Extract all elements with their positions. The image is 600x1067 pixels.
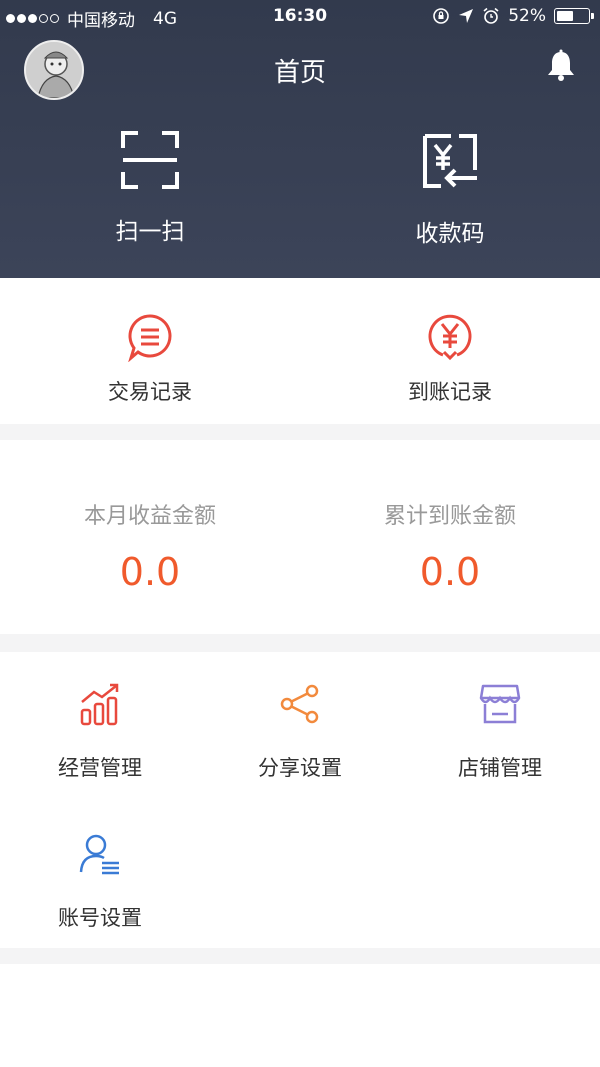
business-management-button[interactable]: 经营管理 [0,682,200,782]
total-arrival-label: 累计到账金额 [383,504,516,529]
arrival-record-icon [428,314,472,361]
store-management-label: 店铺管理 [458,756,542,780]
section-divider [0,948,600,964]
monthly-income-value: 0.0 [119,550,181,594]
receive-code-button[interactable]: 收款码 [370,130,530,248]
share-icon [280,684,319,724]
store-management-button[interactable]: 店铺管理 [400,682,600,782]
section-divider [0,634,600,652]
share-settings-label: 分享设置 [258,756,342,780]
arrival-record-label: 到账记录 [408,380,492,404]
transaction-record-button[interactable]: 交易记录 [50,312,250,406]
scan-label: 扫一扫 [115,219,185,245]
arrival-record-button[interactable]: 到账记录 [350,312,550,406]
menu-grid: 经营管理 分享设置 店铺管理 账号设置 [0,652,600,948]
receive-code-icon [423,134,477,188]
account-settings-icon [79,834,119,875]
alarm-icon [483,7,499,24]
total-arrival-value: 0.0 [419,550,481,594]
account-settings-button[interactable]: 账号设置 [0,832,200,932]
business-management-label: 经营管理 [58,756,142,780]
page-title: 首页 [273,58,326,88]
battery-percent: 52% [508,6,546,26]
battery-icon [554,8,594,24]
total-arrival-stat: 累计到账金额 0.0 [300,498,600,594]
account-settings-label: 账号设置 [58,906,142,930]
scan-button[interactable]: 扫一扫 [70,130,230,246]
location-arrow-icon [459,9,474,23]
records-section: 交易记录 到账记录 [0,278,600,424]
rotation-lock-icon [433,8,450,24]
monthly-income-label: 本月收益金额 [83,504,216,529]
share-settings-button[interactable]: 分享设置 [200,682,400,782]
stats-section: 本月收益金额 0.0 累计到账金额 0.0 [0,440,600,634]
monthly-income-stat: 本月收益金额 0.0 [0,498,300,594]
store-icon [479,684,521,724]
business-chart-icon [80,683,119,726]
scan-icon [121,131,179,189]
section-divider [0,424,600,440]
transaction-record-icon [128,314,172,362]
header: 中国移动 4G 16:30 52% 首页 扫一扫 收款码 [0,0,600,278]
status-bar: 中国移动 4G 16:30 52% [0,0,600,34]
receive-code-label: 收款码 [415,221,485,247]
transaction-record-label: 交易记录 [108,380,192,404]
notification-bell-icon[interactable] [543,48,579,84]
